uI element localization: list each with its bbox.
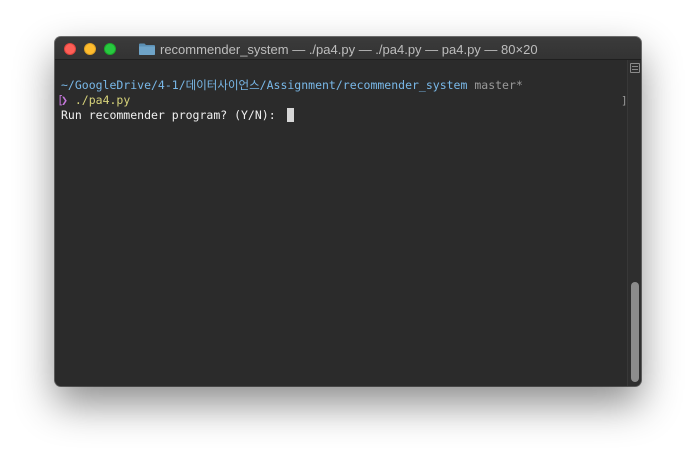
folder-icon: [139, 43, 155, 55]
window-title-text: recommender_system — ./pa4.py — ./pa4.py…: [160, 41, 538, 57]
vertical-scrollbar[interactable]: [627, 60, 641, 386]
output-line: Run recommender program? (Y/N):: [61, 108, 627, 123]
prompt-line: ~/GoogleDrive/4-1/데이터사이언스/Assignment/rec…: [61, 78, 627, 93]
scrollbar-menu-icon[interactable]: [630, 63, 640, 73]
terminal-content[interactable]: ~/GoogleDrive/4-1/데이터사이언스/Assignment/rec…: [55, 60, 627, 386]
zoom-button[interactable]: [104, 43, 116, 55]
prompt-path: ~/GoogleDrive/4-1/데이터사이언스/Assignment/rec…: [61, 78, 468, 92]
git-branch: master*: [474, 78, 523, 92]
command-text: ./pa4.py: [74, 93, 131, 107]
command-line: [❯ ./pa4.py: [57, 93, 627, 108]
program-prompt: Run recommender program? (Y/N):: [61, 108, 283, 122]
window-title: recommender_system — ./pa4.py — ./pa4.py…: [139, 40, 538, 58]
close-button[interactable]: [64, 43, 76, 55]
scrollbar-thumb[interactable]: [631, 282, 639, 382]
minimize-button[interactable]: [84, 43, 96, 55]
terminal-window: recommender_system — ./pa4.py — ./pa4.py…: [55, 37, 641, 386]
title-bar[interactable]: recommender_system — ./pa4.py — ./pa4.py…: [55, 37, 641, 60]
text-cursor: [286, 108, 294, 122]
mark-bracket: [: [57, 93, 64, 107]
